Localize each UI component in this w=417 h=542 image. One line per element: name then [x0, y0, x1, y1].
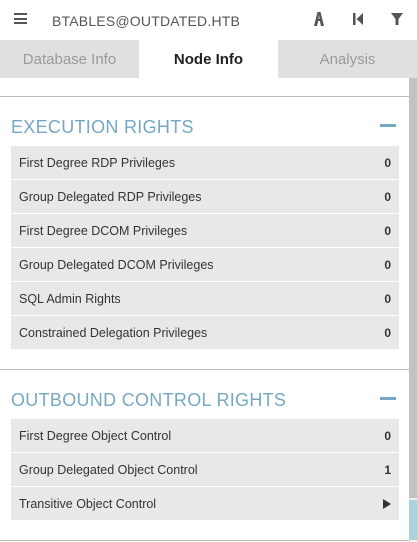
row-count: 0: [384, 291, 391, 306]
tab-bar: Database Info Node Info Analysis: [0, 40, 417, 78]
node-info-panel: EXECUTION RIGHTS First Degree RDP Privil…: [0, 78, 409, 542]
row-count: 1: [384, 462, 391, 477]
row-label: Group Delegated Object Control: [19, 462, 198, 477]
row-label: First Degree Object Control: [19, 428, 172, 443]
node-name: BTABLES@OUTDATED.HTB: [52, 13, 241, 29]
list-item[interactable]: First Degree Object Control 0: [11, 419, 399, 452]
row-label: First Degree DCOM Privileges: [19, 223, 188, 238]
section-title-execution-rights: EXECUTION RIGHTS: [11, 117, 194, 137]
collapse-execution-rights-button[interactable]: [380, 124, 396, 127]
back-icon[interactable]: [350, 11, 366, 27]
tab-node-info[interactable]: Node Info: [139, 40, 278, 78]
list-item[interactable]: SQL Admin Rights 0: [11, 282, 399, 315]
list-item[interactable]: Group Delegated DCOM Privileges 0: [11, 248, 399, 281]
row-label: Group Delegated DCOM Privileges: [19, 257, 214, 272]
row-label: SQL Admin Rights: [19, 291, 121, 306]
menu-icon[interactable]: [14, 13, 27, 24]
row-label: Constrained Delegation Privileges: [19, 325, 208, 340]
list-item[interactable]: First Degree DCOM Privileges 0: [11, 214, 399, 247]
list-item[interactable]: Constrained Delegation Privileges 0: [11, 316, 399, 349]
row-label: Transitive Object Control: [19, 496, 157, 511]
scrollbar-thumb[interactable]: [409, 78, 417, 498]
row-count: 0: [384, 428, 391, 443]
row-count: 0: [384, 189, 391, 204]
list-item[interactable]: Group Delegated Object Control 1: [11, 453, 399, 486]
filter-icon[interactable]: [389, 11, 405, 27]
divider: [0, 96, 409, 97]
row-label: Group Delegated RDP Privileges: [19, 189, 202, 204]
tab-analysis[interactable]: Analysis: [278, 40, 417, 78]
play-arrow-icon[interactable]: [383, 498, 391, 509]
divider: [0, 369, 409, 370]
list-item[interactable]: Group Delegated RDP Privileges 0: [11, 180, 399, 213]
row-count: 0: [384, 257, 391, 272]
tab-database-info[interactable]: Database Info: [0, 40, 139, 78]
top-bar: BTABLES@OUTDATED.HTB: [0, 0, 417, 40]
row-label: First Degree RDP Privileges: [19, 155, 176, 170]
pathfinding-icon[interactable]: [311, 11, 327, 27]
divider: [0, 540, 409, 541]
row-count: 0: [384, 155, 391, 170]
row-count: 0: [384, 223, 391, 238]
collapse-outbound-control-rights-button[interactable]: [380, 397, 396, 400]
section-title-outbound-control-rights: OUTBOUND CONTROL RIGHTS: [11, 390, 287, 410]
row-count: 0: [384, 325, 391, 340]
scrollbar-end: [409, 500, 417, 540]
list-item[interactable]: Transitive Object Control: [11, 487, 399, 520]
list-item[interactable]: First Degree RDP Privileges 0: [11, 146, 399, 179]
